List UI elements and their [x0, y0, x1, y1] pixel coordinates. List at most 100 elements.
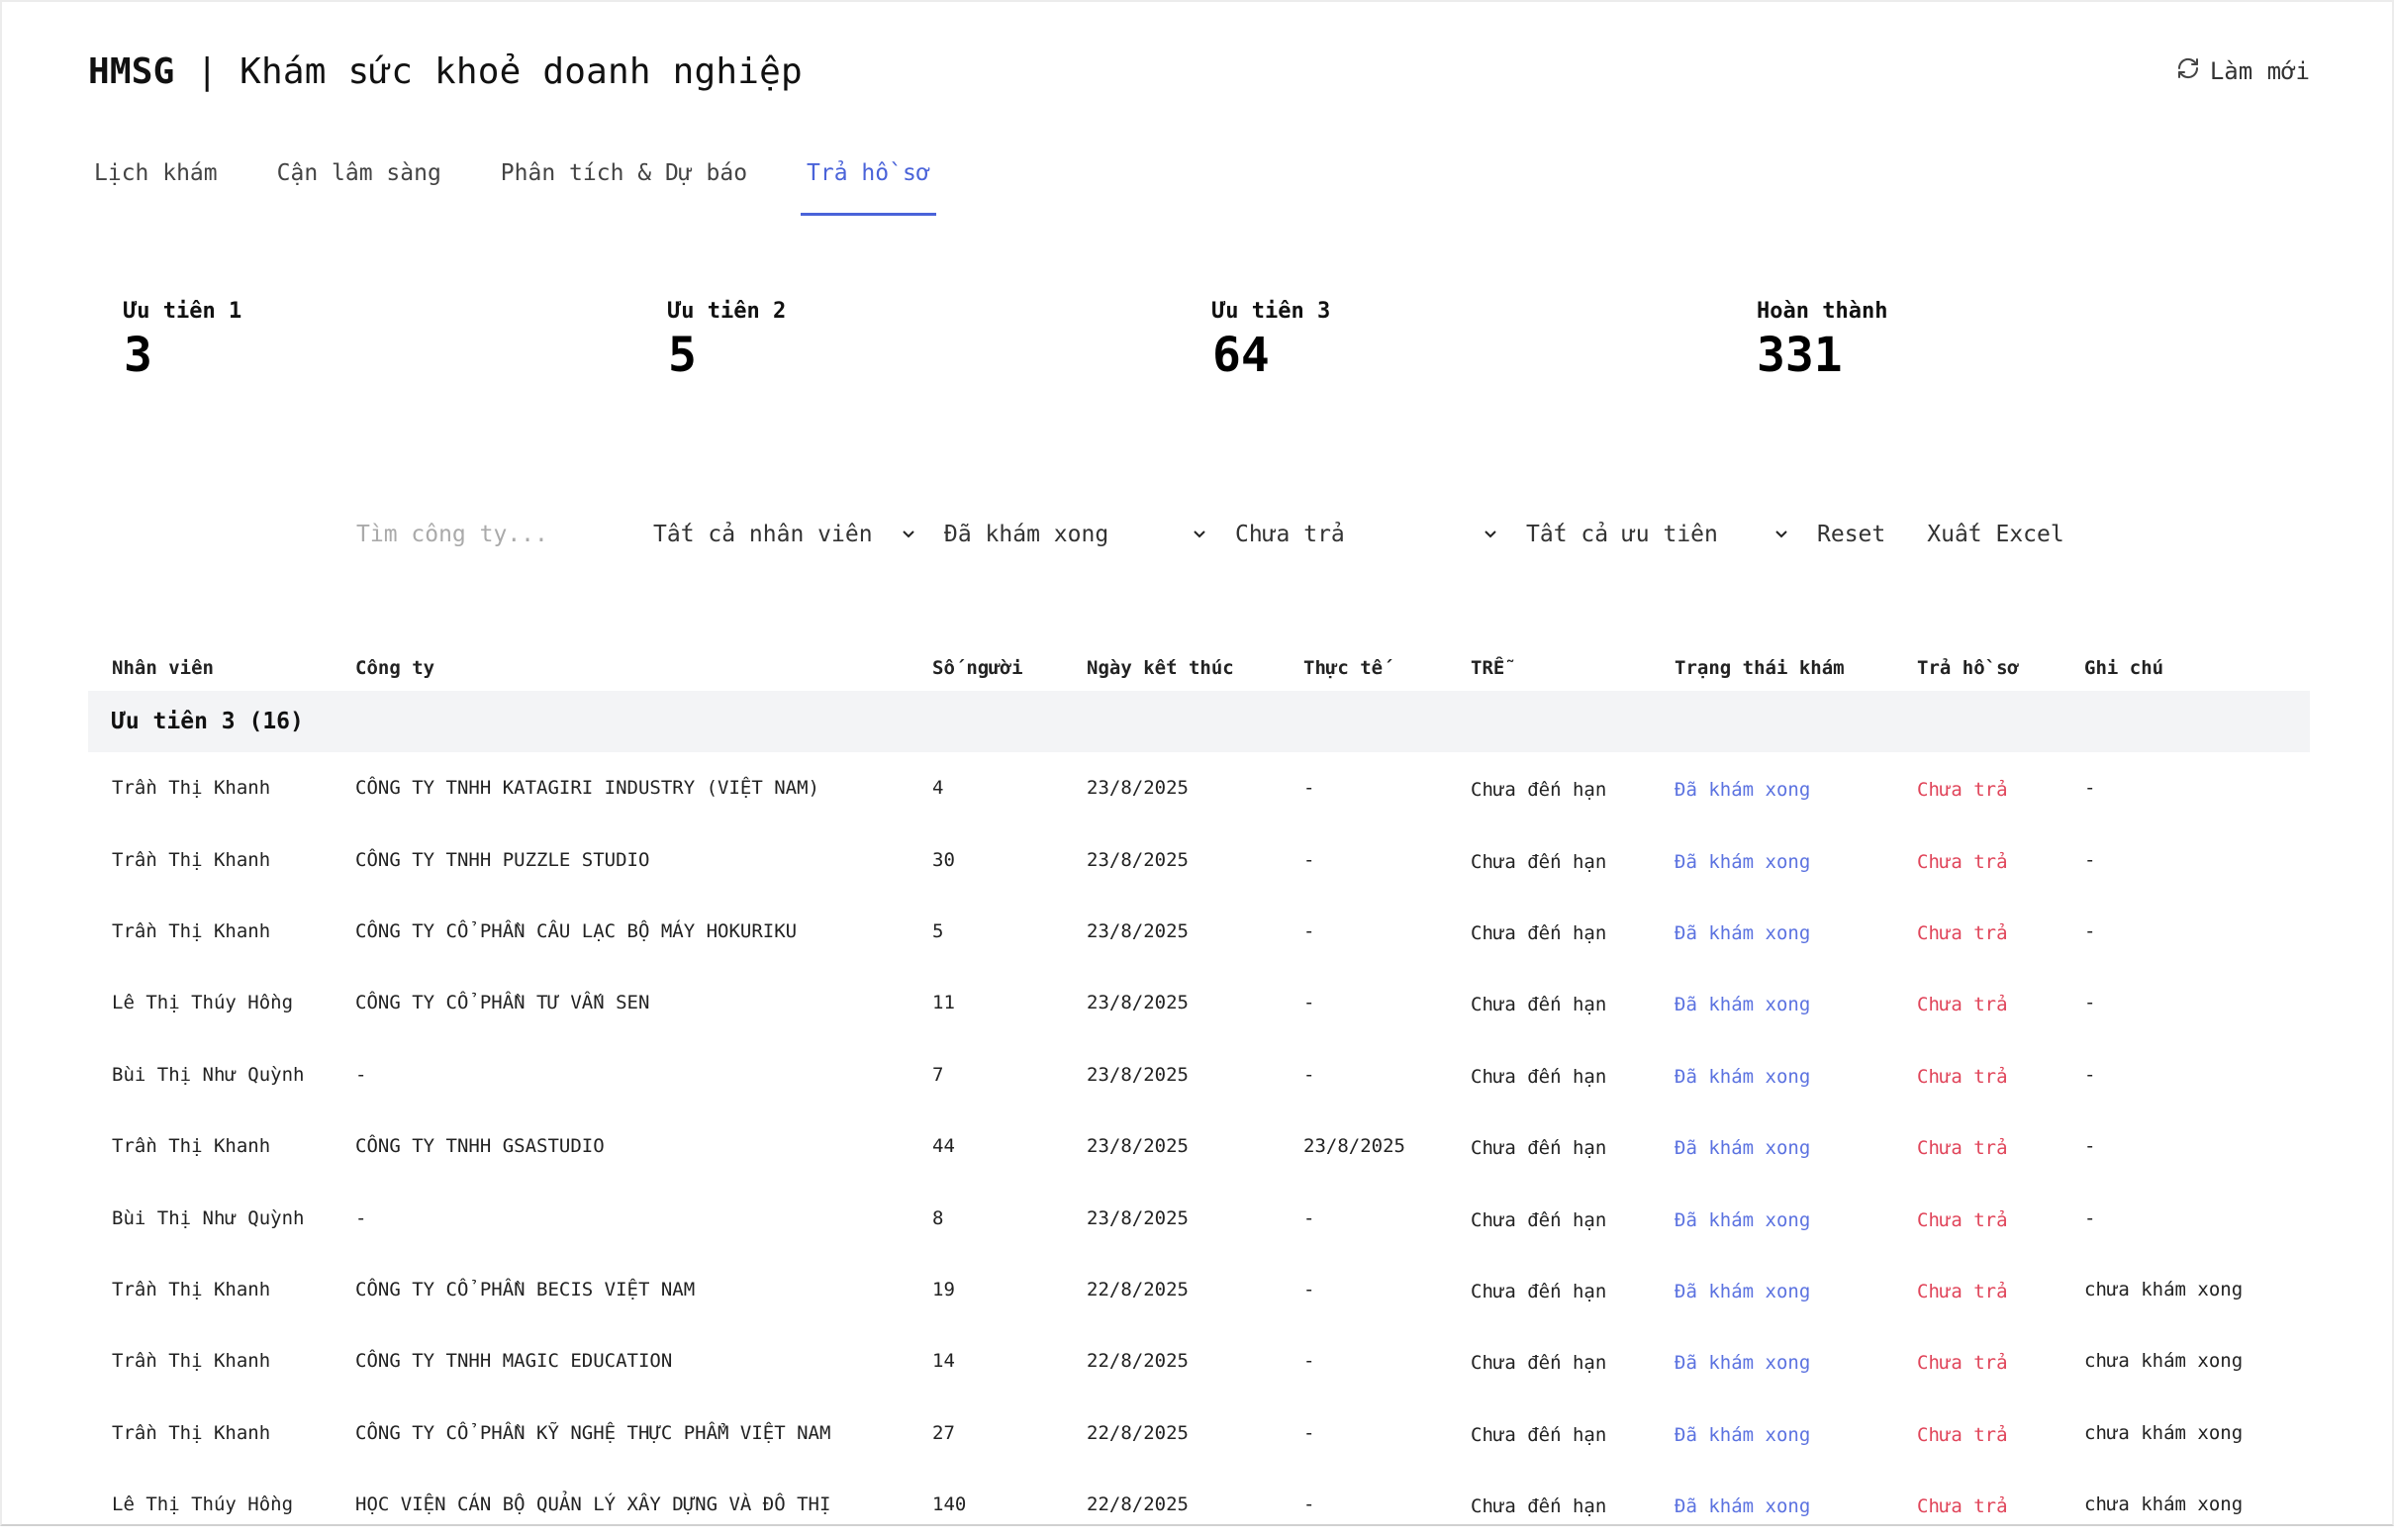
- tab-lich-kham[interactable]: Lịch khám: [88, 150, 224, 216]
- return-status-cell[interactable]: Chưa trả: [1917, 847, 2084, 873]
- return-status-cell[interactable]: Chưa trả: [1917, 1205, 2084, 1231]
- table-row[interactable]: Trần Thị Khanh CÔNG TY CỔ PHẦN BECIS VIỆT…: [88, 1254, 2310, 1325]
- column-header-end-date[interactable]: Ngày kết thúc: [1087, 657, 1303, 679]
- column-header-actual[interactable]: Thực tế: [1303, 657, 1471, 679]
- company-search-input[interactable]: Tìm công ty...: [356, 522, 653, 547]
- table-body: Trần Thị Khanh CÔNG TY TNHH KATAGIRI INDU…: [88, 752, 2310, 1540]
- exam-status-cell[interactable]: Đã khám xong: [1675, 990, 1917, 1015]
- exam-status-select[interactable]: Đã khám xong: [944, 522, 1235, 547]
- exam-status-cell[interactable]: Đã khám xong: [1675, 775, 1917, 801]
- table-row[interactable]: Trần Thị Khanh CÔNG TY CỔ PHẦN KỸ NGHỆ TH…: [88, 1397, 2310, 1469]
- staff-cell: Trần Thị Khanh: [112, 777, 271, 800]
- company-cell: CÔNG TY TNHH KATAGIRI INDUSTRY (VIỆT NAM…: [355, 777, 819, 800]
- stat-label: Hoàn thành: [1757, 299, 1888, 324]
- table-row[interactable]: Bùi Thị Như Quỳnh - 8 23/8/2025 - Chưa đến hạ…: [88, 1182, 2310, 1253]
- column-header-staff[interactable]: Nhân viên: [88, 657, 355, 679]
- tab-phan-tich-du-bao[interactable]: Phân tích & Dự báo: [495, 150, 753, 216]
- headcount-cell: 7: [932, 1063, 944, 1086]
- table-row[interactable]: Trần Thị Khanh CÔNG TY TNHH MAGIC EDUCATI…: [88, 1325, 2310, 1396]
- headcount-cell: 8: [932, 1206, 944, 1229]
- note-cell: -: [2084, 919, 2096, 942]
- note-cell: -: [2084, 992, 2096, 1014]
- staff-cell: Bùi Thị Như Quỳnh: [112, 1206, 305, 1229]
- exam-status-cell[interactable]: Đã khám xong: [1675, 1348, 1917, 1374]
- column-header-note[interactable]: Ghi chú: [2084, 657, 2310, 679]
- note-cell: chưa khám xong: [2084, 1421, 2244, 1444]
- table-row[interactable]: Trần Thị Khanh CÔNG TY TNHH GSASTUDIO 44 23…: [88, 1110, 2310, 1182]
- return-status-cell[interactable]: Chưa trả: [1917, 1420, 2084, 1446]
- end-date-cell: 22/8/2025: [1087, 1421, 1189, 1444]
- export-excel-button[interactable]: Xuất Excel: [1927, 522, 2063, 547]
- company-cell: CÔNG TY CỔ PHẦN BECIS VIỆT NAM: [355, 1278, 696, 1300]
- actual-date-cell: -: [1303, 848, 1315, 871]
- exam-status-cell[interactable]: Đã khám xong: [1675, 1420, 1917, 1446]
- staff-select[interactable]: Tất cả nhân viên: [653, 522, 944, 547]
- refresh-label: Làm mới: [2209, 57, 2310, 85]
- exam-status-cell[interactable]: Đã khám xong: [1675, 918, 1917, 944]
- chevron-down-icon: [1773, 522, 1789, 547]
- actual-date-cell: -: [1303, 1278, 1315, 1300]
- stat-label: Ưu tiên 1: [124, 299, 242, 324]
- table-row[interactable]: Lê Thị Thúy Hồng HỌC VIỆN CÁN BỘ QUẢN LÝ …: [88, 1469, 2310, 1540]
- table-row[interactable]: Trần Thị Khanh CÔNG TY CỔ PHẦN CÂU LẠC BỘ…: [88, 896, 2310, 967]
- tab-can-lam-sang[interactable]: Cận lâm sàng: [271, 150, 447, 216]
- column-header-late[interactable]: TRỄ: [1471, 657, 1675, 679]
- return-status-cell[interactable]: Chưa trả: [1917, 1492, 2084, 1517]
- stat-card-completed: Hoàn thành 331: [1757, 299, 2301, 382]
- company-cell: CÔNG TY TNHH GSASTUDIO: [355, 1135, 605, 1158]
- staff-select-value: Tất cả nhân viên: [653, 522, 873, 547]
- refresh-button[interactable]: Làm mới: [2176, 56, 2310, 86]
- stat-value: 3: [124, 328, 152, 383]
- return-status-cell[interactable]: Chưa trả: [1917, 775, 2084, 801]
- note-cell: -: [2084, 848, 2096, 871]
- company-cell: CÔNG TY CỔ PHẦN KỸ NGHỆ THỰC PHẨM VIỆT N…: [355, 1421, 831, 1444]
- table-row[interactable]: Bùi Thị Như Quỳnh - 7 23/8/2025 - Chưa đến hạ…: [88, 1039, 2310, 1110]
- return-status-cell[interactable]: Chưa trả: [1917, 1277, 2084, 1302]
- return-status-cell[interactable]: Chưa trả: [1917, 1062, 2084, 1088]
- end-date-cell: 22/8/2025: [1087, 1350, 1189, 1373]
- column-header-headcount[interactable]: Số người: [932, 657, 1087, 679]
- note-cell: chưa khám xong: [2084, 1278, 2244, 1300]
- app-title: | Khám sức khoẻ doanh nghiệp: [174, 50, 803, 92]
- late-cell: Chưa đến hạn: [1471, 1065, 1607, 1088]
- headcount-cell: 14: [932, 1350, 955, 1373]
- return-status-cell[interactable]: Chưa trả: [1917, 1133, 2084, 1159]
- exam-status-cell[interactable]: Đã khám xong: [1675, 1205, 1917, 1231]
- group-header-priority-3[interactable]: Ưu tiên 3 (16): [88, 691, 2310, 752]
- column-header-company[interactable]: Công ty: [355, 657, 932, 679]
- company-cell: CÔNG TY TNHH MAGIC EDUCATION: [355, 1350, 673, 1373]
- company-cell: CÔNG TY TNHH PUZZLE STUDIO: [355, 848, 650, 871]
- actual-date-cell: -: [1303, 1063, 1315, 1086]
- exam-status-cell[interactable]: Đã khám xong: [1675, 1277, 1917, 1302]
- reset-button[interactable]: Reset: [1817, 522, 1885, 547]
- company-cell: -: [355, 1206, 367, 1229]
- end-date-cell: 23/8/2025: [1087, 1063, 1189, 1086]
- exam-status-cell[interactable]: Đã khám xong: [1675, 1492, 1917, 1517]
- late-cell: Chưa đến hạn: [1471, 850, 1607, 873]
- return-status-cell[interactable]: Chưa trả: [1917, 1348, 2084, 1374]
- table-row[interactable]: Lê Thị Thúy Hồng CÔNG TY CỔ PHẦN TƯ VẤN S…: [88, 967, 2310, 1038]
- tab-tra-ho-so[interactable]: Trả hồ sơ: [801, 150, 936, 216]
- stat-card-priority-2: Ưu tiên 2 5: [668, 299, 1212, 382]
- late-cell: Chưa đến hạn: [1471, 1280, 1607, 1302]
- end-date-cell: 22/8/2025: [1087, 1278, 1189, 1300]
- stats-summary: Ưu tiên 1 3 Ưu tiên 2 5 Ưu tiên 3 64 Hoà…: [124, 299, 2301, 382]
- headcount-cell: 11: [932, 992, 955, 1014]
- table-row[interactable]: Trần Thị Khanh CÔNG TY TNHH PUZZLE STUDIO…: [88, 823, 2310, 895]
- column-header-return[interactable]: Trả hồ sơ: [1917, 657, 2084, 679]
- end-date-cell: 23/8/2025: [1087, 1135, 1189, 1158]
- actual-date-cell: -: [1303, 1421, 1315, 1444]
- priority-select[interactable]: Tất cả ưu tiên: [1526, 522, 1817, 547]
- note-cell: -: [2084, 1063, 2096, 1086]
- exam-status-cell[interactable]: Đã khám xong: [1675, 1133, 1917, 1159]
- exam-status-cell[interactable]: Đã khám xong: [1675, 1062, 1917, 1088]
- return-status-cell[interactable]: Chưa trả: [1917, 990, 2084, 1015]
- table-row[interactable]: Trần Thị Khanh CÔNG TY TNHH KATAGIRI INDU…: [88, 752, 2310, 823]
- headcount-cell: 140: [932, 1493, 967, 1516]
- return-status-select[interactable]: Chưa trả: [1235, 522, 1526, 547]
- column-header-exam-status[interactable]: Trạng thái khám: [1675, 657, 1917, 679]
- exam-status-cell[interactable]: Đã khám xong: [1675, 847, 1917, 873]
- return-status-cell[interactable]: Chưa trả: [1917, 918, 2084, 944]
- stat-label: Ưu tiên 2: [668, 299, 787, 324]
- headcount-cell: 5: [932, 919, 944, 942]
